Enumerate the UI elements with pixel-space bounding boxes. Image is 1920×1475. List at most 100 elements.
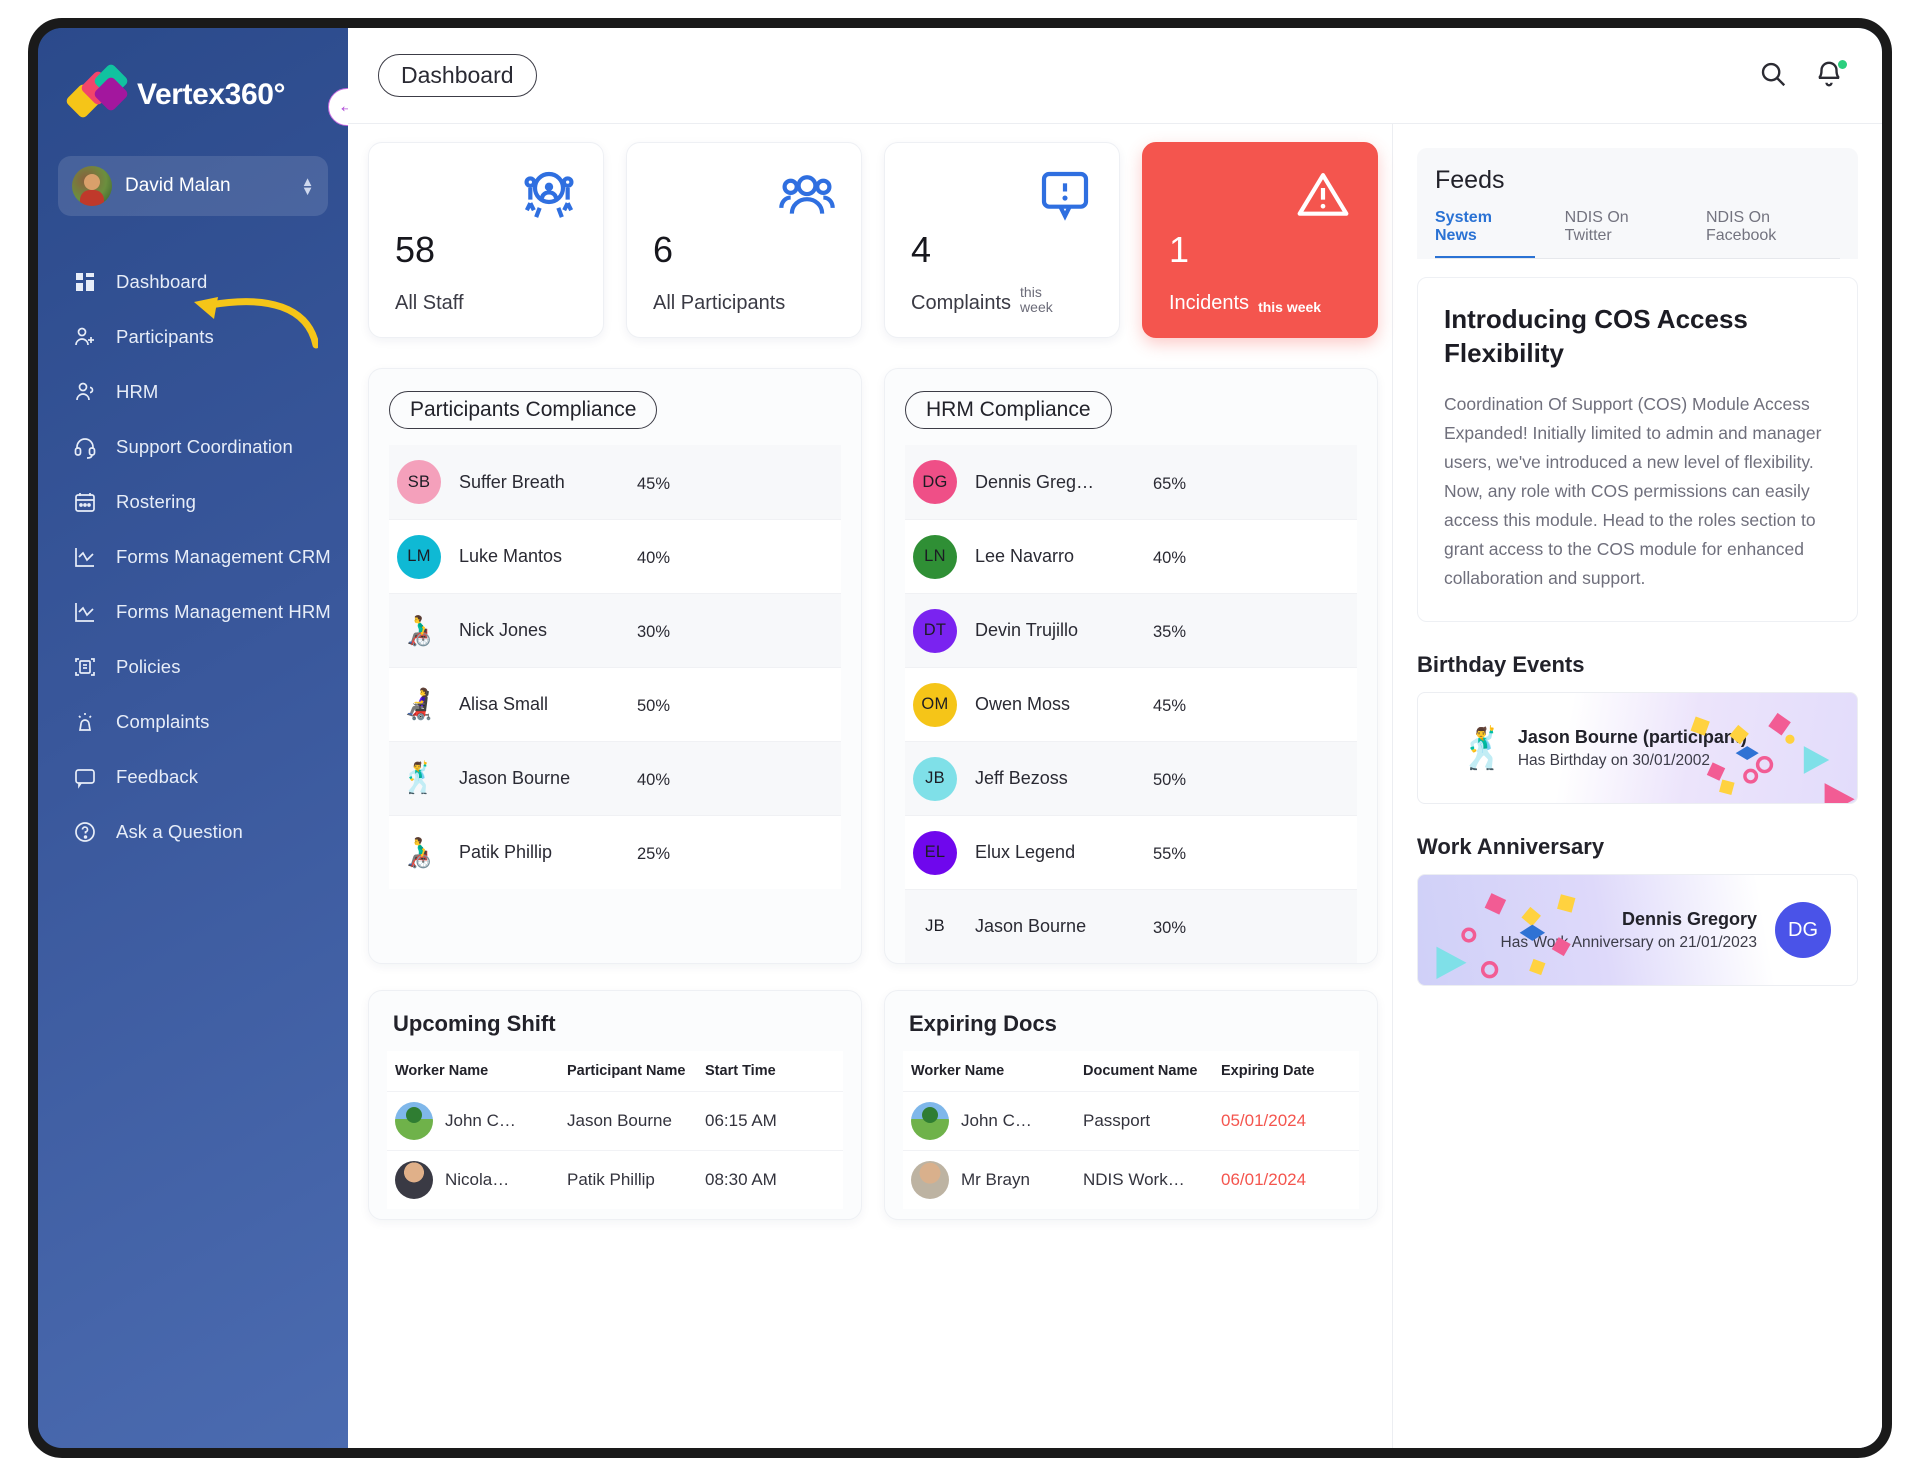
feed-tab-system-news[interactable]: System News	[1435, 209, 1535, 258]
compliance-name: Jason Bourne	[975, 916, 1087, 936]
sidebar: Vertex360° ← David Malan ▲▼ DashboardPar…	[38, 28, 348, 1448]
compliance-row[interactable]: JB Jeff Bezoss 50%	[905, 741, 1357, 815]
compliance-row[interactable]: EL Elux Legend 55%	[905, 815, 1357, 889]
compliance-percent: 30%	[1153, 919, 1187, 937]
avatar: JB	[913, 756, 957, 801]
sidebar-item-label: Rostering	[116, 490, 197, 512]
sidebar-item-rostering[interactable]: Rostering	[38, 474, 348, 529]
stat-card-all-staff[interactable]: 58 All Staff	[368, 142, 604, 338]
avatar: LM	[397, 534, 441, 579]
calendar-icon	[72, 489, 98, 515]
compliance-row[interactable]: 🕺 Jason Bourne 40%	[389, 741, 841, 815]
feed-tab-ndis-on-twitter[interactable]: NDIS On Twitter	[1565, 209, 1676, 258]
panel-title: HRM Compliance	[905, 391, 1112, 429]
birthday-section-title: Birthday Events	[1417, 652, 1585, 677]
compliance-name: Jeff Bezoss	[975, 768, 1068, 788]
person-illustration-icon: 🕺	[1458, 726, 1508, 771]
avatar	[395, 1102, 433, 1140]
stat-card-all-participants[interactable]: 6 All Participants	[626, 142, 862, 338]
avatar: DG	[913, 460, 957, 504]
table-row[interactable]: John C… Jason Bourne 06:15 AM	[387, 1091, 843, 1150]
compliance-name: Nick Jones	[459, 620, 548, 640]
stat-label: All Staff	[395, 292, 464, 314]
feed-article[interactable]: Introducing COS Access Flexibility Coord…	[1417, 277, 1858, 622]
compliance-percent: 45%	[637, 474, 671, 493]
sidebar-item-dashboard[interactable]: Dashboard	[38, 254, 348, 309]
avatar: JB	[925, 917, 945, 935]
sidebar-item-feedback[interactable]: Feedback	[38, 749, 348, 804]
sidebar-item-label: Participants	[116, 325, 214, 347]
compliance-row[interactable]: 👩‍🦼 Alisa Small 50%	[389, 667, 841, 741]
avatar	[72, 166, 112, 206]
bell-icon[interactable]	[1814, 59, 1848, 93]
user-switcher[interactable]: David Malan ▲ ▼	[58, 156, 328, 216]
cell-worker-name: Nicola…	[445, 1170, 510, 1189]
compliance-percent: 45%	[1153, 697, 1187, 715]
anniversary-event-card[interactable]: Dennis Gregory Has Work Anniversary on 2…	[1417, 874, 1858, 986]
brand-name: Vertex360°	[137, 78, 286, 111]
cell-third: 08:30 AM	[705, 1170, 777, 1189]
column-header: Worker Name	[395, 1063, 489, 1079]
participants-compliance-list: SB Suffer Breath 45% LM Luke Mantos 40% 👨‍🦽 Nic…	[389, 445, 841, 889]
sidebar-item-participants[interactable]: Participants	[38, 309, 348, 364]
chat-icon	[72, 764, 98, 790]
avatar: DT	[913, 608, 957, 653]
table-header: Worker Name Participant Name Start Time	[387, 1051, 843, 1091]
compliance-row[interactable]: LN Lee Navarro 40%	[905, 519, 1357, 593]
compliance-row[interactable]: DT Devin Trujillo 35%	[905, 593, 1357, 667]
sidebar-item-forms-management-hrm[interactable]: Forms Management HRM	[38, 584, 348, 639]
birthday-event-card[interactable]: 🕺 Jason Bourne (participant) Has Birthda…	[1417, 692, 1858, 804]
compliance-row[interactable]: 👨‍🦽 Patik Phillip 25%	[389, 815, 841, 889]
sidebar-item-hrm[interactable]: HRM	[38, 364, 348, 419]
table-row[interactable]: John C… Passport 05/01/2024	[903, 1091, 1359, 1150]
compliance-row[interactable]: JB Jason Bourne 30%	[905, 889, 1357, 963]
column-header: Start Time	[705, 1063, 776, 1079]
compliance-row[interactable]: 👨‍🦽 Nick Jones 30%	[389, 593, 841, 667]
section-title: Expiring Docs	[909, 1011, 1057, 1036]
table-row[interactable]: Mr Brayn NDIS Work… 06/01/2024	[903, 1150, 1359, 1209]
sidebar-item-forms-management-crm[interactable]: Forms Management CRM	[38, 529, 348, 584]
sidebar-item-complaints[interactable]: Complaints	[38, 694, 348, 749]
avatar: 👨‍🦽	[400, 614, 438, 647]
birthday-detail: Has Birthday on 30/01/2002	[1517, 751, 1710, 769]
chart-line-icon	[72, 599, 98, 625]
cell-second: Patik Phillip	[567, 1170, 655, 1189]
stat-card-complaints[interactable]: 4 Complaints this week	[884, 142, 1120, 338]
feed-tab-ndis-on-facebook[interactable]: NDIS On Facebook	[1706, 209, 1840, 258]
compliance-name: Suffer Breath	[459, 471, 565, 492]
avatar: DG	[1775, 902, 1831, 958]
stat-label: Complaints	[911, 292, 1012, 314]
compliance-name: Elux Legend	[975, 842, 1076, 862]
sidebar-item-support-coordination[interactable]: Support Coordination	[38, 419, 348, 474]
sidebar-nav: Dashboard Participants HRM Support Coordina…	[38, 254, 348, 859]
avatar: LN	[913, 534, 957, 579]
table-row[interactable]: Nicola… Patik Phillip 08:30 AM	[387, 1150, 843, 1209]
notification-dot	[1838, 59, 1847, 69]
column-header: Expiring Date	[1221, 1063, 1315, 1079]
feed-tabs: System News NDIS On Twitter NDIS On Facebo…	[1435, 209, 1840, 259]
sidebar-item-ask-a-question[interactable]: Ask a Question	[38, 804, 348, 859]
stat-value: 6	[653, 229, 674, 270]
birthday-person-name: Jason Bourne (participant)	[1517, 726, 1747, 747]
stat-label: Incidents	[1169, 292, 1250, 314]
search-icon[interactable]	[1758, 59, 1792, 93]
compliance-name: Dennis Greg…	[975, 471, 1095, 492]
compliance-name: Patik Phillip	[459, 842, 553, 862]
compliance-percent: 35%	[1153, 623, 1187, 641]
chevron-updown-icon[interactable]: ▲ ▼	[301, 175, 314, 197]
compliance-row[interactable]: OM Owen Moss 45%	[905, 667, 1357, 741]
stat-sublabel: this week	[1020, 284, 1053, 315]
sidebar-item-label: Feedback	[116, 765, 199, 787]
stat-card-incidents[interactable]: 1 Incidents this week	[1142, 142, 1378, 338]
stat-label: All Participants	[653, 292, 786, 314]
compliance-row[interactable]: DG Dennis Greg… 65%	[905, 445, 1357, 519]
sidebar-item-policies[interactable]: Policies	[38, 639, 348, 694]
compliance-row[interactable]: SB Suffer Breath 45%	[389, 445, 841, 519]
feeds-header: Feeds System News NDIS On Twitter NDIS On …	[1417, 148, 1858, 259]
compliance-name: Owen Moss	[975, 694, 1071, 714]
stat-cards: 58 All Staff 6 All Participants 4 Complaints t…	[368, 142, 1378, 338]
sidebar-item-label: Ask a Question	[116, 820, 243, 842]
brand-logo[interactable]: Vertex360°	[38, 62, 348, 128]
compliance-row[interactable]: LM Luke Mantos 40%	[389, 519, 841, 593]
warning-triangle-icon	[1295, 167, 1351, 228]
